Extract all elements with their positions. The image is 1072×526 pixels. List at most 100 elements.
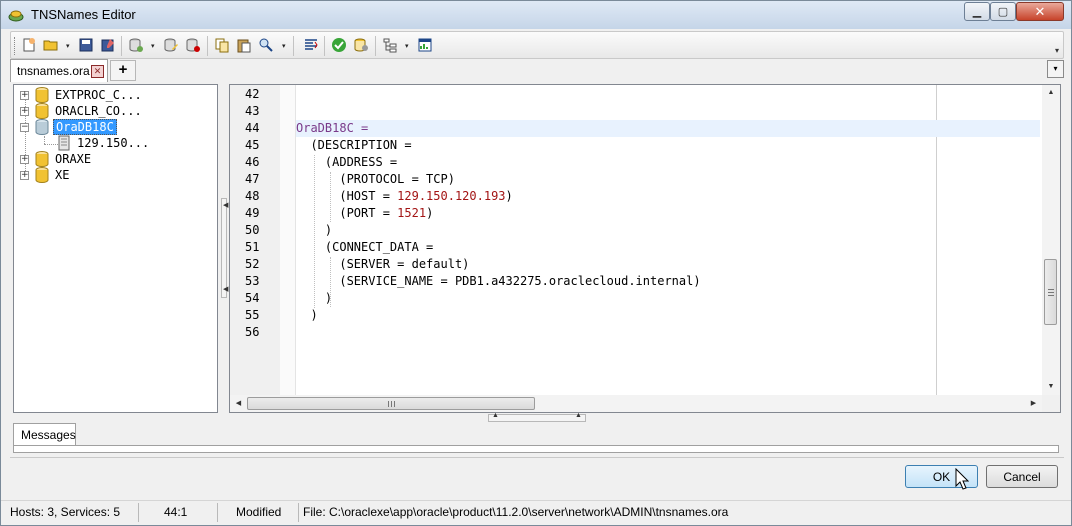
paste-button[interactable]: [235, 36, 253, 54]
collapse-left-icon[interactable]: ◀: [223, 201, 228, 209]
expand-icon[interactable]: +: [20, 154, 29, 164]
tree-item-oradb18c[interactable]: − OraDB18C: [20, 119, 117, 135]
tree-item-host[interactable]: 129.150...: [57, 135, 151, 151]
code-line-42[interactable]: [296, 86, 1040, 103]
open-file-icon: [43, 40, 58, 51]
scroll-right-icon[interactable]: ▶: [1025, 395, 1042, 412]
toolbar-grip[interactable]: [14, 37, 17, 55]
code-line-43[interactable]: [296, 103, 1040, 120]
tab-messages[interactable]: Messages: [13, 423, 76, 446]
status-file-path: File: C:\oraclexe\app\oracle\product\11.…: [303, 505, 729, 519]
ok-button-label: OK: [932, 469, 951, 484]
database-icon: [35, 87, 49, 103]
vertical-scrollbar[interactable]: ▲ ▼: [1042, 85, 1060, 395]
tree-item-oraclr[interactable]: + ORACLR_CO...: [20, 103, 144, 119]
new-file-button[interactable]: [20, 36, 38, 54]
expand-icon[interactable]: +: [20, 90, 29, 100]
collapse-left-icon[interactable]: ◀: [223, 285, 228, 293]
tab-list-dropdown-icon[interactable]: ▾: [1047, 60, 1064, 78]
app-icon: [8, 10, 24, 22]
tree-view-dropdown-icon[interactable]: ▾: [405, 42, 409, 50]
code-line-51[interactable]: (CONNECT_DATA =: [296, 239, 1040, 256]
find-dropdown-icon[interactable]: ▾: [282, 42, 286, 50]
status-hosts: Hosts: 3, Services: 5: [10, 505, 121, 519]
maximize-button[interactable]: ▢: [990, 2, 1016, 21]
splitter-handle[interactable]: ◀ ◀: [221, 198, 228, 298]
code-line-56[interactable]: [296, 324, 1040, 341]
tns-entry-tree[interactable]: + EXTPROC_C... + ORACLR_CO... − OraDB18C…: [13, 84, 218, 413]
fold-margin[interactable]: [280, 85, 296, 395]
toolbar-separator: [375, 36, 376, 56]
remove-database-button[interactable]: [184, 36, 202, 54]
code-line-54[interactable]: ): [296, 290, 1040, 307]
save-as-button[interactable]: [99, 36, 117, 54]
tree-view-button[interactable]: [381, 36, 399, 54]
tree-item-label: OraDB18C: [53, 119, 117, 135]
expand-icon[interactable]: +: [20, 106, 29, 116]
code-line-55[interactable]: ): [296, 307, 1040, 324]
properties-button[interactable]: [416, 36, 434, 54]
scroll-up-icon[interactable]: ▲: [1042, 85, 1060, 101]
compare-button[interactable]: [302, 36, 320, 54]
code-line-47[interactable]: (PROTOCOL = TCP): [296, 171, 1040, 188]
open-dropdown-icon[interactable]: ▾: [66, 42, 70, 50]
copy-icon: [215, 38, 229, 53]
divider: [10, 457, 1064, 458]
find-replace-button[interactable]: [257, 36, 275, 54]
scrollbar-corner: [1042, 395, 1060, 412]
line-number: 49: [245, 206, 260, 220]
tab-tnsnames-ora[interactable]: tnsnames.ora ✕: [10, 59, 108, 82]
status-separator: [217, 503, 218, 522]
cancel-button[interactable]: Cancel: [986, 465, 1058, 488]
code-line-45[interactable]: (DESCRIPTION =: [296, 137, 1040, 154]
messages-area[interactable]: [13, 445, 1059, 453]
toolbar-separator: [293, 36, 294, 56]
status-cursor-position: 44:1: [164, 505, 188, 519]
thumb-grip: [391, 401, 392, 407]
code-line-46[interactable]: (ADDRESS =: [296, 154, 1040, 171]
save-button[interactable]: [77, 36, 95, 54]
code-line-52[interactable]: (SERVER = default): [296, 256, 1040, 273]
add-database-button[interactable]: [127, 36, 145, 54]
line-number: 48: [245, 189, 260, 203]
collapse-up-icon[interactable]: ▲: [575, 412, 582, 419]
horizontal-scroll-thumb[interactable]: [247, 397, 535, 410]
vertical-scroll-thumb[interactable]: [1044, 259, 1057, 325]
code-line-53[interactable]: (SERVICE_NAME = PDB1.a432275.oraclecloud…: [296, 273, 1040, 290]
add-database-icon: [129, 38, 143, 52]
horizontal-scrollbar[interactable]: ◀ ▶: [230, 395, 1042, 412]
code-line-48[interactable]: (HOST = 129.150.120.193): [296, 188, 1040, 205]
toolbar-overflow-icon[interactable]: ▾: [1055, 46, 1059, 55]
tree-item-label: ORACLR_CO...: [55, 104, 142, 118]
tab-close-icon[interactable]: ✕: [91, 65, 104, 78]
remove-database-icon: [186, 38, 200, 52]
add-database-dropdown-icon[interactable]: ▾: [151, 42, 155, 50]
code-line-49[interactable]: (PORT = 1521): [296, 205, 1040, 222]
horizontal-splitter[interactable]: ▲ ▲: [488, 412, 586, 422]
tree-connector: [44, 144, 58, 145]
add-tab-button[interactable]: +: [110, 60, 136, 81]
tree-item-oraxe[interactable]: + ORAXE: [20, 151, 93, 167]
code-editor[interactable]: 42 43 44 45 46 47 48 49 50 51 52 53 54 5…: [229, 84, 1061, 413]
collapse-up-icon[interactable]: ▲: [492, 412, 499, 419]
code-text: (HOST = 129.150.120.193): [296, 189, 513, 203]
collapse-icon[interactable]: −: [20, 122, 29, 132]
minimize-button[interactable]: ▁: [964, 2, 990, 21]
tree-item-extproc[interactable]: + EXTPROC_C...: [20, 87, 144, 103]
code-line-44[interactable]: OraDB18C =: [296, 120, 1040, 137]
code-line-50[interactable]: ): [296, 222, 1040, 239]
scroll-left-icon[interactable]: ◀: [230, 395, 247, 412]
code-text: ): [296, 291, 333, 305]
toolbar: ▾ ▾ ▾ ▾ ▾: [10, 31, 1064, 59]
validate-button[interactable]: [330, 36, 348, 54]
thumb-grip: [394, 401, 395, 407]
scroll-down-icon[interactable]: ▼: [1042, 379, 1060, 395]
tree-item-xe[interactable]: + XE: [20, 167, 71, 183]
vertical-splitter[interactable]: ◀ ◀: [219, 84, 229, 413]
test-connection-button[interactable]: [352, 36, 370, 54]
close-button[interactable]: ✕: [1016, 2, 1064, 21]
open-file-button[interactable]: [42, 36, 60, 54]
expand-icon[interactable]: +: [20, 170, 29, 180]
edit-database-button[interactable]: [162, 36, 180, 54]
copy-button[interactable]: [213, 36, 231, 54]
